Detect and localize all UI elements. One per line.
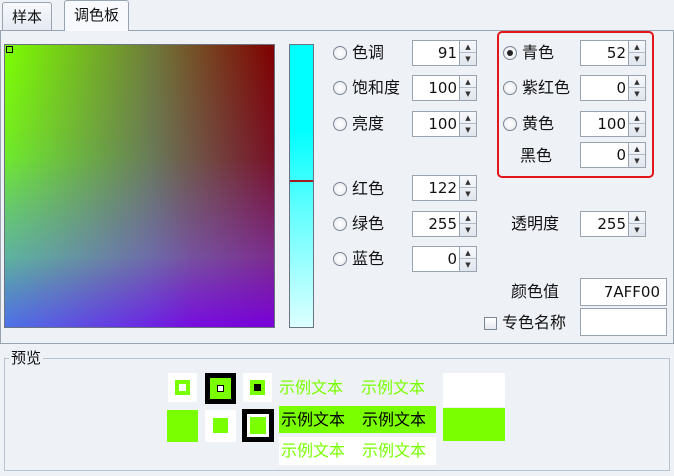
spinner-up-icon[interactable]: ▲: [460, 247, 476, 259]
preview-text: 示例文本: [279, 378, 344, 397]
spinner-up-icon[interactable]: ▲: [629, 112, 645, 124]
cyan-radio[interactable]: [503, 46, 517, 60]
spinner-up-icon[interactable]: ▲: [460, 41, 476, 53]
yellow-radio[interactable]: [503, 117, 517, 131]
cyan-label: 青色: [522, 43, 555, 62]
preview-swatch: [243, 373, 272, 402]
preview-text: 示例文本: [361, 378, 426, 397]
preview-text: 示例文本: [362, 410, 427, 429]
saturation-value: 100: [428, 79, 457, 97]
color-field[interactable]: [4, 44, 275, 328]
named-color-label: 专色名称: [502, 313, 567, 332]
hue-spinner[interactable]: 91 ▲ ▼: [412, 40, 477, 66]
magenta-label: 紫红色: [522, 78, 571, 97]
spinner-down-icon[interactable]: ▼: [629, 155, 645, 167]
spinner-up-icon[interactable]: ▲: [460, 112, 476, 124]
spinner-down-icon[interactable]: ▼: [460, 124, 476, 136]
tab-swatches[interactable]: 样本: [2, 2, 53, 31]
green-value: 255: [428, 215, 457, 233]
alpha-label: 透明度: [511, 214, 560, 233]
spinner-down-icon[interactable]: ▼: [460, 259, 476, 271]
magenta-spinner[interactable]: 0 ▲ ▼: [580, 75, 646, 101]
saturation-spinner[interactable]: 100 ▲ ▼: [412, 75, 477, 101]
brightness-value: 100: [428, 115, 457, 133]
preview-text: 示例文本: [281, 441, 346, 460]
slider-thumb[interactable]: [290, 180, 313, 182]
preview-swatch: [168, 373, 197, 402]
green-radio[interactable]: [333, 217, 347, 231]
alpha-value: 255: [597, 215, 626, 233]
cyan-spinner[interactable]: 52 ▲ ▼: [580, 40, 646, 66]
spinner-up-icon[interactable]: ▲: [629, 143, 645, 155]
tab-palette[interactable]: 调色板: [64, 0, 130, 31]
yellow-spinner[interactable]: 100 ▲ ▼: [580, 111, 646, 137]
red-radio[interactable]: [333, 182, 347, 196]
named-color-checkbox[interactable]: [484, 317, 497, 330]
alpha-spinner[interactable]: 255 ▲ ▼: [580, 211, 646, 237]
spinner-up-icon[interactable]: ▲: [460, 76, 476, 88]
spinner-up-icon[interactable]: ▲: [460, 176, 476, 188]
brightness-radio[interactable]: [333, 117, 347, 131]
saturation-radio[interactable]: [333, 81, 347, 95]
cyan-value: 52: [606, 44, 626, 62]
preview-text: 示例文本: [281, 410, 346, 429]
red-value: 122: [428, 179, 457, 197]
spinner-down-icon[interactable]: ▼: [629, 88, 645, 100]
spinner-down-icon[interactable]: ▼: [460, 53, 476, 65]
blue-value: 0: [447, 250, 457, 268]
color-field-cursor[interactable]: [6, 46, 13, 53]
magenta-radio[interactable]: [503, 81, 517, 95]
saturation-label: 饱和度: [352, 78, 401, 97]
hue-label: 色调: [352, 43, 385, 62]
hue-radio[interactable]: [333, 46, 347, 60]
color-code-field[interactable]: 7AFF00: [580, 278, 667, 306]
black-label: 黑色: [520, 146, 553, 165]
preview-swatch: [167, 410, 198, 442]
spinner-down-icon[interactable]: ▼: [629, 53, 645, 65]
green-spinner[interactable]: 255 ▲ ▼: [412, 211, 477, 237]
black-value: 0: [616, 146, 626, 164]
black-spinner[interactable]: 0 ▲ ▼: [580, 142, 646, 168]
spinner-down-icon[interactable]: ▼: [629, 224, 645, 236]
spinner-down-icon[interactable]: ▼: [460, 224, 476, 236]
yellow-label: 黄色: [522, 114, 555, 133]
spinner-up-icon[interactable]: ▲: [629, 76, 645, 88]
tab-label: 样本: [12, 8, 43, 26]
preview-swatch: [205, 410, 236, 442]
preview-swatch-white: [443, 373, 505, 407]
spinner-down-icon[interactable]: ▼: [629, 124, 645, 136]
spinner-up-icon[interactable]: ▲: [629, 41, 645, 53]
brightness-label: 亮度: [352, 114, 385, 133]
spinner-up-icon[interactable]: ▲: [460, 212, 476, 224]
preview-swatch: [205, 373, 236, 404]
preview-swatch-green: [443, 408, 505, 441]
red-spinner[interactable]: 122 ▲ ▼: [412, 175, 477, 201]
green-label: 绿色: [352, 214, 385, 233]
blue-radio[interactable]: [333, 252, 347, 266]
hue-value: 91: [437, 44, 457, 62]
preview-title: 预览: [9, 349, 44, 367]
named-color-field[interactable]: [580, 308, 667, 336]
color-code-label: 颜色值: [511, 282, 560, 301]
blue-label: 蓝色: [352, 249, 385, 268]
yellow-value: 100: [597, 115, 626, 133]
red-label: 红色: [352, 179, 385, 198]
tab-label: 调色板: [74, 6, 120, 24]
spinner-down-icon[interactable]: ▼: [460, 188, 476, 200]
spinner-up-icon[interactable]: ▲: [629, 212, 645, 224]
magenta-value: 0: [616, 79, 626, 97]
preview-text: 示例文本: [362, 441, 427, 460]
preview-swatch: [242, 409, 274, 442]
blue-spinner[interactable]: 0 ▲ ▼: [412, 246, 477, 272]
brightness-spinner[interactable]: 100 ▲ ▼: [412, 111, 477, 137]
hue-slider[interactable]: [289, 44, 314, 328]
spinner-down-icon[interactable]: ▼: [460, 88, 476, 100]
